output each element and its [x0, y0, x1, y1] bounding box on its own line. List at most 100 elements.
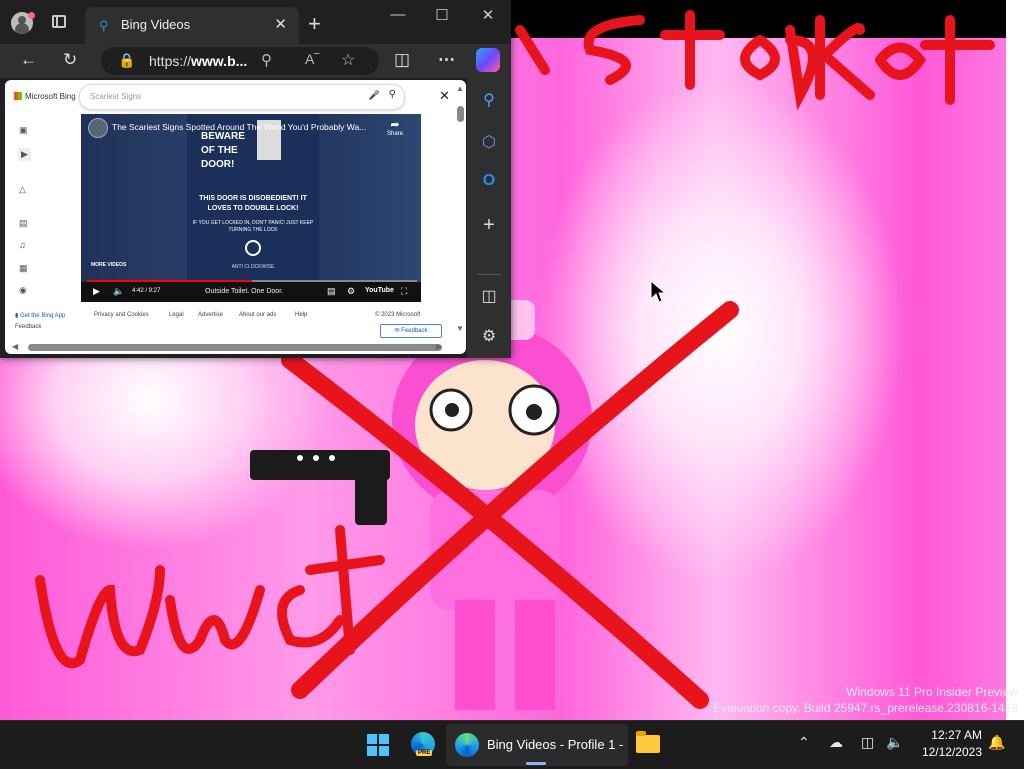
search-favicon-icon: ⚲	[99, 18, 109, 33]
scroll-right-icon[interactable]: ▶	[436, 342, 442, 351]
feedback-button[interactable]: ✉ Feedback	[380, 324, 442, 338]
sidebar-search-icon[interactable]: ⚲	[467, 90, 511, 110]
tab-bing-videos[interactable]: ⚲ Bing Videos ✕	[85, 7, 299, 44]
mouse-cursor-icon	[650, 280, 666, 303]
fullscreen-icon[interactable]: ⛶	[401, 286, 407, 297]
sidebar-copilot-icon[interactable]: ⬡	[467, 132, 511, 152]
taskbar-edge-app[interactable]: Bing Videos - Profile 1 -	[446, 724, 628, 766]
vertical-scrollbar[interactable]: ▲ ▼	[456, 84, 464, 336]
vertical-scroll-thumb[interactable]	[457, 106, 464, 122]
url-host: www.b...	[191, 53, 248, 69]
minimize-icon[interactable]: —	[378, 6, 418, 23]
more-menu-icon[interactable]: ⋯	[438, 50, 455, 70]
poster-beware-text: BEWARE OF THE DOOR!	[201, 131, 245, 170]
images-icon[interactable]: ▣	[19, 125, 28, 136]
bing-logo-text: Microsoft Bing	[25, 92, 76, 101]
file-explorer-folder-icon[interactable]	[636, 731, 660, 753]
taskbar-edge-label: Bing Videos - Profile 1 -	[487, 737, 624, 752]
maximize-icon[interactable]: ☐	[422, 6, 462, 24]
edge-sidebar: ⚲ ⬡ O + ◫ ⚙	[467, 78, 511, 358]
profile-notification-dot	[28, 12, 35, 19]
search-icon[interactable]: ⚲	[389, 89, 396, 100]
legal-link[interactable]: Legal	[169, 312, 184, 318]
tab-close-icon[interactable]: ✕	[274, 15, 287, 33]
share-button[interactable]: ➦ Share	[387, 118, 403, 137]
sidebar-outlook-icon[interactable]: O	[467, 172, 511, 190]
network-icon[interactable]: ◫	[861, 734, 874, 751]
video-frame-poster: BEWARE OF THE DOOR! THIS DOOR IS DISOBED…	[187, 114, 319, 280]
split-screen-icon[interactable]: ◫	[394, 50, 410, 70]
web-page: Microsoft Bing Scariest Signs 🎤 ⚲ ✕ ▣ ▶ …	[5, 80, 466, 354]
refresh-icon[interactable]: ↻	[63, 50, 77, 70]
tab-strip: ⚲ Bing Videos ✕ + — ☐ ✕	[0, 0, 511, 44]
scroll-down-icon[interactable]: ▼	[456, 324, 464, 333]
address-bar[interactable]: 🔒 https://www.b... ⚲ A‾ ☆	[101, 47, 379, 75]
subtitles-icon[interactable]: ▤	[327, 286, 336, 297]
sidebar-settings-gear-icon[interactable]: ⚙	[467, 326, 511, 346]
advertise-link[interactable]: Advertise	[198, 312, 223, 318]
clock-time[interactable]: 12:27 AM	[918, 728, 982, 742]
url-prefix: https://	[149, 53, 192, 69]
copilot-icon[interactable]	[476, 48, 500, 72]
poster-sub-text: IF YOU GET LOCKED IN, DON'T PANIC! JUST …	[192, 220, 314, 233]
privacy-link[interactable]: Privacy and Cookies	[94, 312, 149, 318]
search-placeholder: Scariest Signs	[90, 92, 142, 101]
chevron-up-icon[interactable]: ⌃	[798, 734, 810, 751]
search-input[interactable]: Scariest Signs 🎤 ⚲	[79, 84, 405, 110]
windows-watermark: Windows 11 Pro Insider Preview Evaluatio…	[713, 684, 1018, 716]
get-bing-app-link[interactable]: ▮ Get the Bing App	[15, 312, 65, 319]
start-windows-icon[interactable]	[367, 734, 389, 756]
scroll-up-icon[interactable]: ▲	[456, 84, 464, 93]
new-tab-button[interactable]: +	[308, 11, 321, 37]
feedback-link[interactable]: Feedback	[15, 324, 41, 330]
favorite-star-icon[interactable]: ☆	[341, 50, 355, 70]
videos-icon[interactable]: ▶	[18, 148, 31, 161]
microphone-icon[interactable]: 🎤	[369, 90, 380, 101]
scroll-left-icon[interactable]: ◀	[12, 342, 18, 351]
active-app-indicator	[526, 762, 546, 765]
tv-icon[interactable]: ▦	[19, 263, 28, 274]
music-icon[interactable]: ♫	[19, 240, 26, 250]
copyright-text: © 2023 Microsoft	[375, 312, 421, 318]
gaming-icon[interactable]: ◉	[19, 285, 27, 296]
video-controls: ▶ 🔈 4:42 / 9:27 Outside Toilet. One Door…	[81, 282, 421, 302]
bing-logo[interactable]: Microsoft Bing	[14, 92, 76, 101]
settings-gear-icon[interactable]: ⚙	[347, 286, 355, 297]
video-player[interactable]: BEWARE OF THE DOOR! THIS DOOR IS DISOBED…	[81, 114, 421, 302]
taskbar: PRE Bing Videos - Profile 1 - ⌃ ☁ ◫ 🔈 12…	[0, 720, 1024, 769]
onedrive-icon[interactable]: ☁	[829, 734, 843, 751]
trending-icon[interactable]: △	[19, 184, 26, 195]
workspaces-icon[interactable]	[52, 15, 66, 28]
share-arrow-icon: ➦	[390, 119, 400, 131]
lock-icon[interactable]: 🔒	[118, 52, 135, 69]
horizontal-scroll-thumb[interactable]	[28, 344, 442, 351]
tab-title: Bing Videos	[121, 17, 191, 32]
read-aloud-icon[interactable]: A‾	[305, 51, 319, 67]
more-videos-label[interactable]: MORE VIDEOS	[91, 262, 126, 268]
get-bing-app-label: Get the Bing App	[19, 313, 66, 319]
sidebar-hide-icon[interactable]: ◫	[467, 286, 511, 306]
share-label: Share	[387, 131, 404, 137]
zoom-icon[interactable]: ⚲	[261, 51, 272, 69]
play-icon[interactable]: ▶	[93, 286, 100, 297]
close-window-icon[interactable]: ✕	[468, 6, 508, 24]
notification-bell-icon[interactable]: 🔔	[988, 734, 1005, 751]
sidebar-add-icon[interactable]: +	[467, 214, 511, 237]
clock-date[interactable]: 12/12/2023	[908, 745, 982, 759]
poster-main-text: THIS DOOR IS DISOBEDIENT! IT LOVES TO DO…	[199, 195, 307, 212]
url-text[interactable]: https://www.b...	[149, 53, 247, 69]
pre-badge: PRE	[416, 750, 433, 756]
close-video-icon[interactable]: ✕	[439, 88, 450, 104]
help-link[interactable]: Help	[295, 312, 307, 318]
youtube-logo[interactable]: YouTube	[365, 287, 394, 294]
volume-muted-icon[interactable]: 🔈	[886, 734, 903, 751]
microsoft-logo-icon	[14, 92, 22, 100]
watermark-line-1: Windows 11 Pro Insider Preview	[846, 685, 1018, 699]
movies-icon[interactable]: ▤	[19, 218, 28, 229]
about-ads-link[interactable]: About our ads	[239, 312, 276, 318]
video-title[interactable]: The Scariest Signs Spotted Around The Wo…	[112, 122, 380, 132]
channel-avatar-icon[interactable]	[88, 118, 108, 138]
video-timecode: 4:42 / 9:27	[132, 288, 161, 294]
volume-icon[interactable]: 🔈	[113, 286, 124, 297]
back-arrow-icon[interactable]: ←	[20, 50, 37, 70]
